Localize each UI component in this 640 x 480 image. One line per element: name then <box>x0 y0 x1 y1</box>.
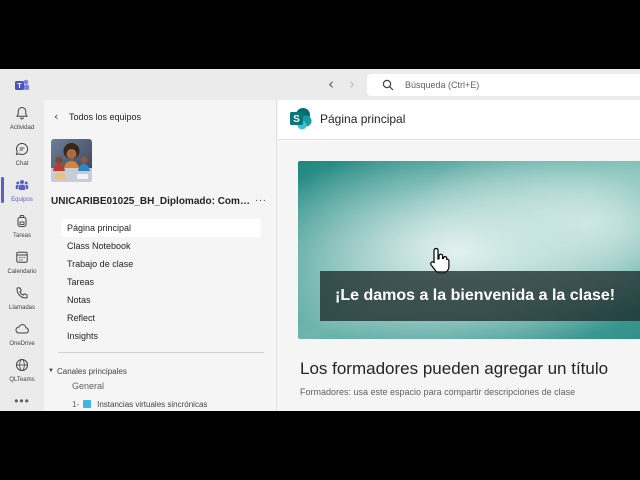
rail-item-assignments[interactable]: Tareas <box>0 210 44 246</box>
calendar-icon <box>16 251 28 263</box>
channels-section-toggle[interactable]: ▼ Canales principales <box>46 365 127 377</box>
title-bar: T ‹ › Búsqueda (Ctrl+E) <box>0 69 640 100</box>
welcome-banner: ¡Le damos a la bienvenida a la clase! <box>320 271 640 321</box>
rail-label: Llamadas <box>8 305 35 311</box>
nav-item-home[interactable]: Página principal <box>61 219 261 237</box>
channels-header-label: Canales principales <box>57 366 127 376</box>
nav-item-assignments[interactable]: Tareas <box>61 273 261 291</box>
back-arrow-icon[interactable]: ‹ <box>323 76 339 92</box>
rail-label: Equipos <box>11 197 33 203</box>
rail-label: Actividad <box>9 125 35 131</box>
rail-item-chat[interactable]: Chat <box>0 138 44 174</box>
nav-item-label: Class Notebook <box>67 241 131 251</box>
teams-logo-icon: T <box>15 79 29 90</box>
app-rail: Actividad Chat Equipos Tareas Calendario… <box>0 100 44 411</box>
sharepoint-icon: S <box>290 108 312 130</box>
channel-prefix: 1- <box>72 399 80 409</box>
nav-item-label: Notas <box>67 295 91 305</box>
rail-item-activity[interactable]: Actividad <box>0 102 44 138</box>
channel-label: Instancias virtuales sincrónicas <box>97 399 208 409</box>
chat-icon <box>15 142 29 156</box>
rail-item-onedrive[interactable]: OneDrive <box>0 318 44 354</box>
cloud-icon <box>15 324 29 334</box>
nav-item-label: Insights <box>67 331 99 341</box>
nav-item-grades[interactable]: Notas <box>61 291 261 309</box>
rail-item-teams[interactable]: Equipos <box>0 174 44 210</box>
search-input[interactable]: Búsqueda (Ctrl+E) <box>367 74 640 96</box>
rail-label: Calendario <box>7 269 37 275</box>
section-title: Los formadores pueden agregar un título <box>300 359 609 378</box>
bell-icon <box>16 106 28 120</box>
rail-item-calendar[interactable]: Calendario <box>0 246 44 282</box>
back-label: Todos los equipos <box>69 112 142 122</box>
main-content: S Página principal ¡Le damos a la bienve… <box>278 100 640 411</box>
welcome-text: ¡Le damos a la bienvenida a la clase! <box>335 287 616 304</box>
globe-icon <box>16 359 28 371</box>
nav-item-label: Trabajo de clase <box>67 259 134 269</box>
svg-text:T: T <box>17 83 22 90</box>
channel-color-icon <box>83 400 92 408</box>
nav-item-label: Reflect <box>67 313 96 323</box>
phone-icon <box>16 287 28 299</box>
rail-item-calls[interactable]: Llamadas <box>0 282 44 318</box>
hero-image: ¡Le damos a la bienvenida a la clase! <box>298 161 640 339</box>
backpack-icon <box>17 215 27 227</box>
more-options-icon[interactable]: ··· <box>255 195 267 207</box>
forward-arrow-icon[interactable]: › <box>344 76 360 92</box>
chevron-left-icon: ‹ <box>54 110 59 123</box>
nav-item-label: Página principal <box>67 223 132 233</box>
nav-item-reflect[interactable]: Reflect <box>61 309 261 327</box>
nav-item-class-notebook[interactable]: Class Notebook <box>61 237 261 255</box>
teams-window: T ‹ › Búsqueda (Ctrl+E) Actividad Chat E… <box>0 69 640 411</box>
rail-label: Tareas <box>12 233 31 239</box>
teams-icon <box>15 180 29 190</box>
rail-item-qlteams[interactable]: QLTeams <box>0 354 44 390</box>
page-canvas: ¡Le damos a la bienvenida a la clase! Lo… <box>278 141 640 411</box>
channel-item-virtual-sessions[interactable]: 1- Instancias virtuales sincrónicas <box>72 398 207 410</box>
back-to-all-teams-link[interactable]: ‹ Todos los equipos <box>54 110 141 124</box>
page-header: S Página principal <box>278 100 640 140</box>
divider <box>58 352 264 353</box>
team-name: UNICARIBE01025_BH_Diplomado: Competencia… <box>51 196 251 207</box>
page-title: Página principal <box>320 112 406 126</box>
nav-item-insights[interactable]: Insights <box>61 327 261 345</box>
channel-item-general[interactable]: General <box>72 380 104 392</box>
search-icon <box>382 79 394 91</box>
more-apps-icon[interactable]: ••• <box>14 395 30 407</box>
nav-item-label: Tareas <box>67 277 95 287</box>
section-description: Formadores: usa este espacio para compar… <box>300 387 576 397</box>
nav-item-classwork[interactable]: Trabajo de clase <box>61 255 261 273</box>
rail-label: Chat <box>15 161 29 167</box>
team-panel: ‹ Todos los equipos UNICARIBE01025_BH_Di… <box>44 100 277 411</box>
caret-down-icon: ▼ <box>48 368 54 374</box>
search-placeholder: Búsqueda (Ctrl+E) <box>405 80 480 90</box>
svg-text:S: S <box>293 114 300 125</box>
team-avatar[interactable] <box>51 139 92 182</box>
rail-label: OneDrive <box>9 341 35 347</box>
rail-label: QLTeams <box>9 377 35 383</box>
